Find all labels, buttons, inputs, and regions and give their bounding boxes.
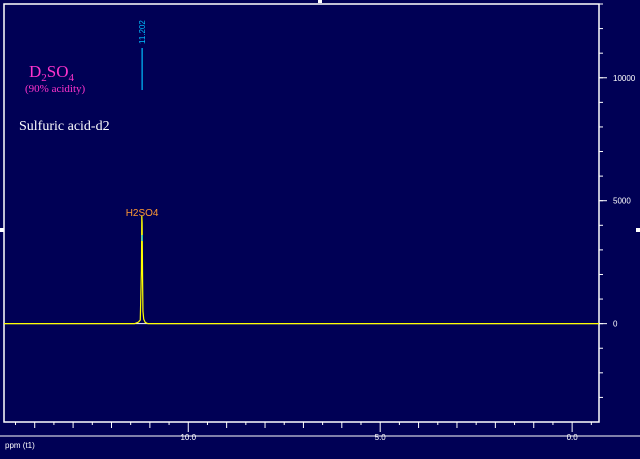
peak-compound-label: H2SO4: [126, 208, 159, 219]
formula-d: D: [29, 62, 41, 81]
peak-position-label: 11.202: [138, 20, 147, 44]
x-axis-unit-label: ppm (t1): [5, 441, 35, 450]
formula-so: SO: [47, 62, 69, 81]
compound-name: Sulfuric acid-d2: [19, 119, 110, 134]
frame-handle-top[interactable]: [318, 0, 322, 3]
frame-handle-right[interactable]: [636, 228, 640, 232]
formula-label: D2SO4: [29, 62, 75, 84]
x-tick-label: 0.0: [567, 433, 579, 442]
plot-background: [0, 0, 640, 459]
frame-handle-left[interactable]: [0, 228, 4, 232]
x-tick-label: 5.0: [375, 433, 387, 442]
spectrum-chart: 0 5000 10000 10.0 5.0 0.0 11.202 H2SO4 D2SO4…: [0, 0, 640, 459]
acidity-note: (90% acidity): [25, 83, 86, 95]
nmr-spectrum-figure: 0 5000 10000 10.0 5.0 0.0 11.202 H2SO4 D2SO4…: [0, 0, 640, 459]
y-tick-label: 10000: [613, 74, 636, 83]
x-tick-label: 10.0: [180, 433, 196, 442]
y-tick-label: 5000: [613, 197, 631, 206]
y-tick-label: 0: [613, 320, 618, 329]
